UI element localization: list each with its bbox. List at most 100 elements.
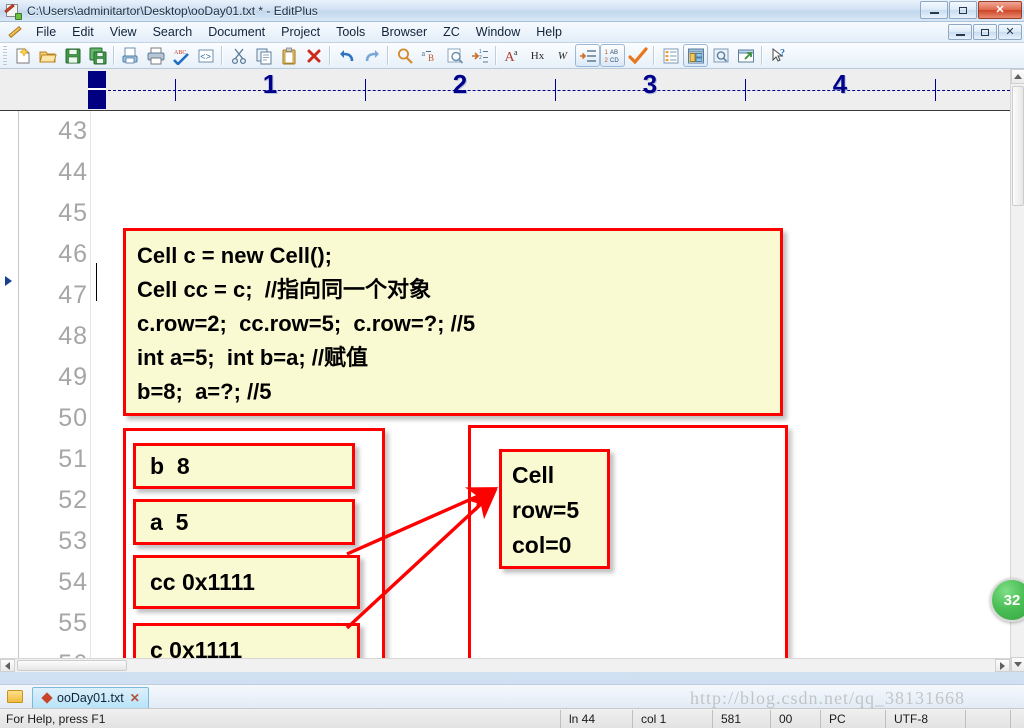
toolbar-separator <box>495 46 497 65</box>
c-reference-arrow <box>345 488 498 630</box>
tab-close-icon[interactable]: ✕ <box>130 691 140 705</box>
mdi-minimize-button[interactable] <box>948 24 972 40</box>
menu-item-window[interactable]: Window <box>468 23 528 41</box>
delete-icon[interactable] <box>301 44 326 67</box>
mdi-close-icon: ✕ <box>1005 25 1015 38</box>
memory-diagram: Cell c = new Cell(); Cell cc = c; //指向同一… <box>0 111 1010 672</box>
mdi-close-button[interactable]: ✕ <box>998 24 1022 40</box>
svg-text:a: a <box>514 48 518 57</box>
ruler-tick <box>935 79 936 101</box>
word-wrap-icon[interactable]: W <box>550 44 575 67</box>
menu-item-zc[interactable]: ZC <box>435 23 468 41</box>
status-encoding: UTF-8 <box>885 709 965 728</box>
ruler-tick <box>745 79 746 101</box>
minimize-button[interactable] <box>920 1 948 19</box>
toolbar-separator <box>221 46 223 65</box>
ruler-tick <box>365 79 366 101</box>
undo-icon[interactable] <box>334 44 359 67</box>
html-tag-icon[interactable]: <> <box>193 44 218 67</box>
scroll-left-button[interactable] <box>0 659 15 672</box>
menu-item-tools[interactable]: Tools <box>328 23 373 41</box>
context-help-icon[interactable]: ? <box>766 44 791 67</box>
print-icon[interactable] <box>143 44 168 67</box>
menu-item-project[interactable]: Project <box>273 23 328 41</box>
scroll-down-button[interactable] <box>1011 657 1024 672</box>
print-preview-icon[interactable] <box>118 44 143 67</box>
status-hex: 00 <box>770 709 820 728</box>
cut-icon[interactable] <box>226 44 251 67</box>
toolbar-separator <box>329 46 331 65</box>
svg-text:<>: <> <box>200 52 211 62</box>
svg-text:AB: AB <box>610 50 618 56</box>
copy-icon[interactable] <box>251 44 276 67</box>
line-number-icon[interactable]: 1 2 AB CD <box>600 44 625 67</box>
open-file-icon[interactable] <box>35 44 60 67</box>
editor-area[interactable]: 43 44 45 46 47 48 49 50 51 52 53 54 55 5… <box>0 111 1010 672</box>
menu-item-help[interactable]: Help <box>528 23 570 41</box>
ruler-tick <box>555 79 556 101</box>
toolbar-grip[interactable] <box>3 45 7 66</box>
ruler-line <box>108 90 1010 91</box>
scroll-up-button[interactable] <box>1011 69 1024 84</box>
menu-item-file[interactable]: File <box>28 23 64 41</box>
toolbar-separator <box>653 46 655 65</box>
reference-arrows <box>345 487 499 630</box>
tab-label: ooDay01.txt <box>57 691 124 705</box>
menu-item-edit[interactable]: Edit <box>64 23 102 41</box>
find-in-files-icon[interactable] <box>442 44 467 67</box>
menu-item-view[interactable]: View <box>102 23 145 41</box>
restore-button[interactable] <box>949 1 977 19</box>
spellcheck-icon[interactable]: ABC <box>168 44 193 67</box>
directory-window-icon[interactable] <box>683 44 708 67</box>
horizontal-ruler[interactable]: 1 2 3 4 <box>0 69 1010 111</box>
scroll-right-button[interactable] <box>995 659 1010 672</box>
svg-text:2: 2 <box>604 58 608 64</box>
goto-line-icon[interactable]: 12 <box>467 44 492 67</box>
checkmark-icon[interactable] <box>625 44 650 67</box>
svg-text:ABC: ABC <box>174 50 186 56</box>
menu-item-browser[interactable]: Browser <box>373 23 435 41</box>
menu-bar: File Edit View Search Document Project T… <box>0 22 1024 43</box>
document-selector-icon[interactable] <box>658 44 683 67</box>
window-controls: ✕ <box>919 1 1022 19</box>
status-spacer2 <box>1010 709 1024 728</box>
status-size: 581 <box>712 709 770 728</box>
folder-icon[interactable] <box>6 688 26 705</box>
ruler-number-2: 2 <box>452 69 468 99</box>
close-button[interactable]: ✕ <box>978 1 1022 19</box>
indent-icon[interactable] <box>575 44 600 67</box>
tab-ooday01[interactable]: ooDay01.txt ✕ <box>32 687 149 708</box>
menu-item-document[interactable]: Document <box>200 23 273 41</box>
horizontal-scroll-thumb[interactable] <box>17 660 127 671</box>
notification-badge-count: 32 <box>1003 591 1021 609</box>
save-all-icon[interactable] <box>85 44 110 67</box>
cc-reference-arrow <box>346 487 499 556</box>
horizontal-scrollbar[interactable] <box>0 658 1010 672</box>
toolbar-separator <box>387 46 389 65</box>
toolbar-separator <box>113 46 115 65</box>
status-platform: PC <box>820 709 885 728</box>
svg-text:B: B <box>428 53 434 63</box>
hex-icon[interactable]: Hx <box>525 44 550 67</box>
save-icon[interactable] <box>60 44 85 67</box>
status-message: For Help, press F1 <box>6 711 106 726</box>
find-icon[interactable] <box>392 44 417 67</box>
new-file-icon[interactable] <box>10 44 35 67</box>
ruler-margin-marker[interactable] <box>88 71 106 109</box>
main-toolbar: ABC <> aB 1 2 A a Hx W 1 2 AB CD ? <box>0 43 1024 69</box>
paste-icon[interactable] <box>276 44 301 67</box>
vertical-scroll-thumb[interactable] <box>1012 86 1024 206</box>
mdi-restore-button[interactable] <box>973 24 997 40</box>
browser-icon[interactable] <box>733 44 758 67</box>
mdi-child-controls: ✕ <box>947 24 1022 40</box>
ruler-number-1: 1 <box>262 69 278 99</box>
menu-item-search[interactable]: Search <box>145 23 201 41</box>
font-icon[interactable]: Aa <box>500 44 525 67</box>
preview-icon[interactable] <box>708 44 733 67</box>
unsaved-indicator-icon <box>41 692 53 704</box>
ruler-number-4: 4 <box>832 69 848 99</box>
redo-icon[interactable] <box>359 44 384 67</box>
svg-text:?: ? <box>780 48 785 59</box>
replace-icon[interactable]: aB <box>417 44 442 67</box>
svg-text:1: 1 <box>604 50 608 56</box>
